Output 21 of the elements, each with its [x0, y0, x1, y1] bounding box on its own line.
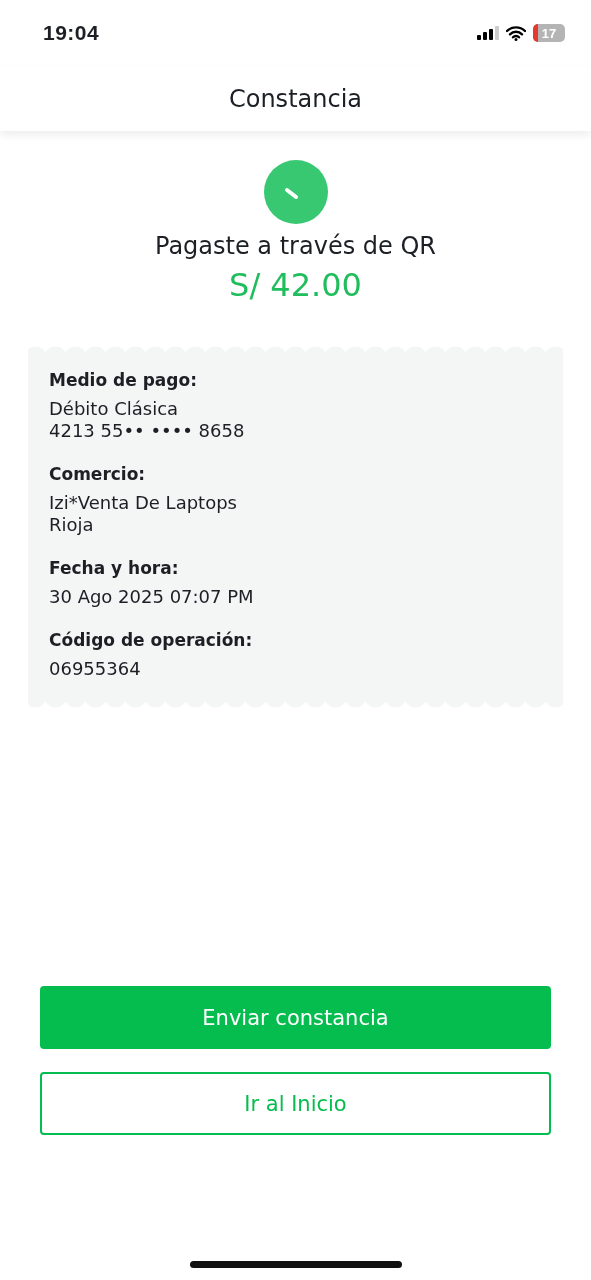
field-value: 30 Ago 2025 07:07 PM [49, 586, 255, 608]
home-button[interactable]: Ir al Inicio [40, 1072, 551, 1135]
home-indicator[interactable] [190, 1261, 402, 1268]
signal-icon [477, 26, 499, 40]
field-value: Rioja [49, 514, 95, 536]
field-value: 4213 55•• •••• 8658 [49, 420, 246, 442]
payment-title: Pagaste a través de QR [155, 232, 436, 260]
field-label: Medio de pago: [49, 370, 198, 390]
field-value: Izi*Venta De Laptops [49, 492, 238, 514]
page-title: Constancia [228, 84, 363, 113]
wifi-icon [506, 25, 526, 41]
field-label: Comercio: [49, 464, 147, 484]
field-value: 06955364 [49, 658, 142, 680]
field-label: Código de operación: [49, 630, 254, 650]
check-icon [263, 160, 328, 224]
send-receipt-button[interactable]: Enviar constancia [40, 986, 551, 1049]
clock: 19:04 [43, 21, 100, 45]
field-value: Débito Clásica [49, 398, 180, 420]
field-label: Fecha y hora: [49, 558, 180, 578]
amount: S/ 42.00 [229, 266, 362, 304]
battery-icon: 17 [533, 24, 565, 42]
